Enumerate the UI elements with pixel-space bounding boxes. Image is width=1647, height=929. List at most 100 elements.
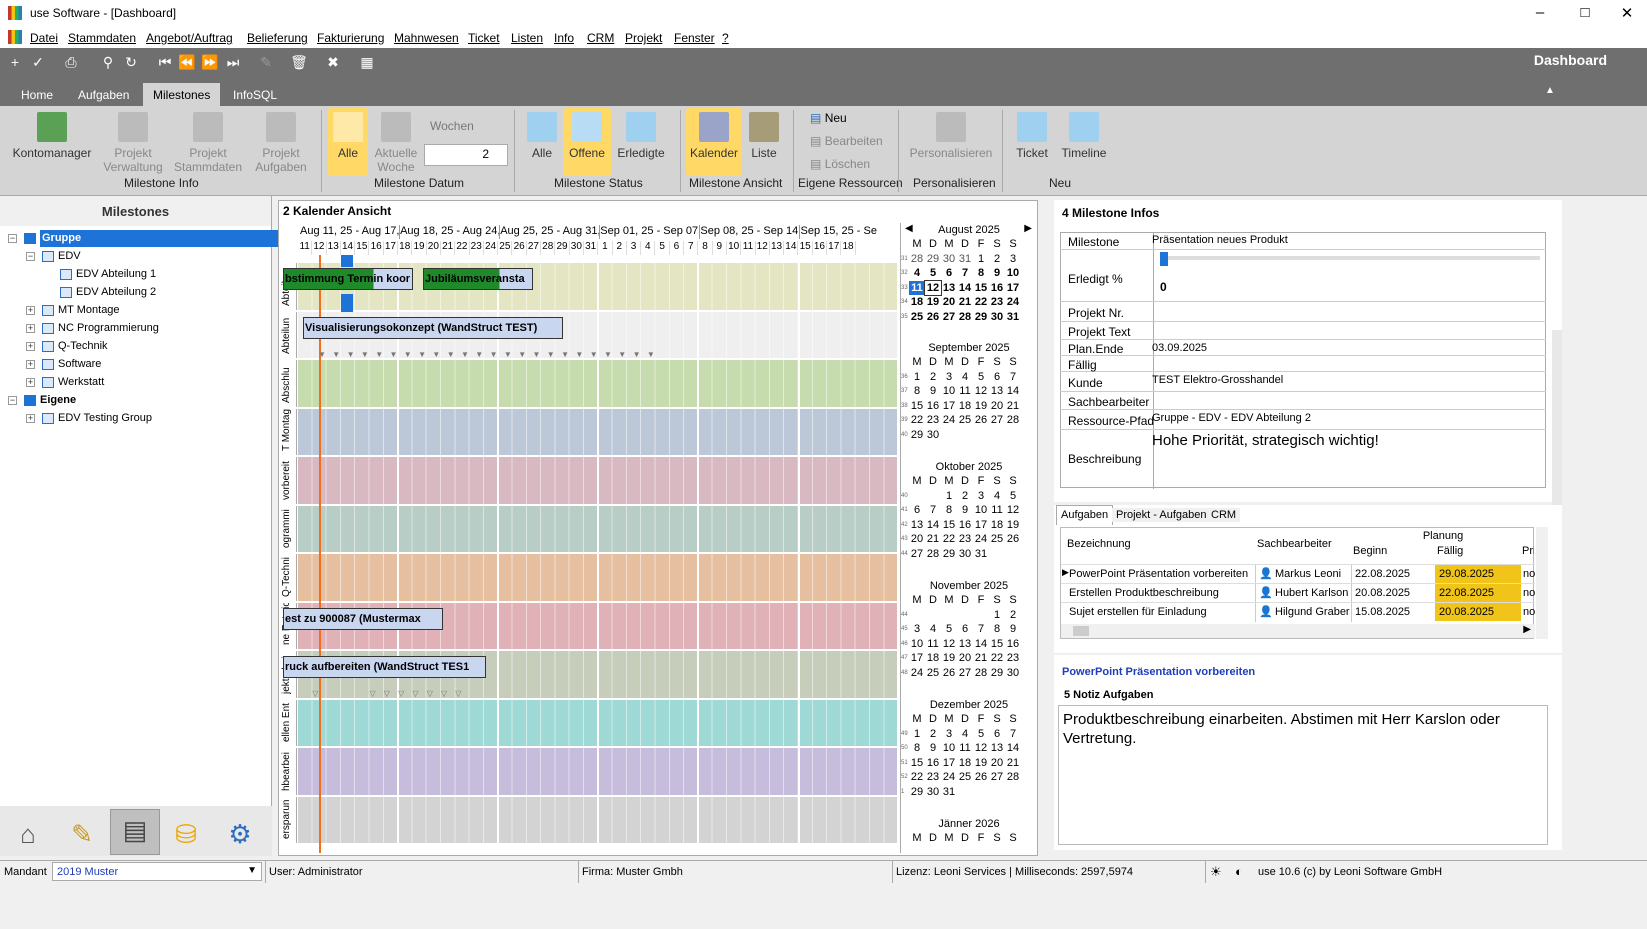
row-body[interactable] [298, 699, 897, 746]
tab-aufgaben[interactable]: Aufgaben [68, 83, 139, 106]
day-cell[interactable]: 9 [989, 266, 1005, 281]
day-cell[interactable]: 6 [909, 503, 925, 518]
day-cell[interactable]: 27 [957, 666, 973, 681]
scroll-right-icon[interactable]: ▶ [1523, 624, 1531, 635]
day-cell[interactable]: 18 [957, 756, 973, 771]
day-cell[interactable]: 2 [957, 489, 973, 504]
day-cell[interactable]: 13 [909, 518, 925, 533]
row-body[interactable] [298, 457, 897, 504]
day-cell[interactable]: 8 [973, 266, 989, 281]
day-cell[interactable]: 6 [989, 727, 1005, 742]
day-cell[interactable]: 23 [925, 413, 941, 428]
expand-toggle-icon[interactable]: + [26, 378, 35, 387]
tab-home[interactable]: Home [11, 83, 63, 106]
day-cell[interactable]: 26 [1005, 532, 1021, 547]
new-icon[interactable]: + [6, 53, 24, 71]
alle-status-button[interactable]: Alle [524, 108, 560, 160]
delete-icon[interactable]: 🗑 [290, 53, 308, 71]
day-cell[interactable]: 1 [973, 252, 989, 267]
menu-fakturierung[interactable]: Fakturierung [317, 31, 384, 45]
day-cell[interactable]: 22 [909, 413, 925, 428]
day-cell[interactable]: 24 [941, 413, 957, 428]
expand-toggle-icon[interactable]: − [8, 396, 17, 405]
day-cell[interactable]: 6 [957, 622, 973, 637]
day-cell[interactable]: 17 [973, 518, 989, 533]
day-cell[interactable]: 13 [989, 384, 1005, 399]
tree-item[interactable]: + Q-Technik [0, 338, 272, 355]
row-body[interactable] [298, 748, 897, 795]
projekt-verwaltung-button[interactable]: Projekt Verwaltung [100, 108, 166, 174]
day-cell[interactable]: 22 [909, 770, 925, 785]
day-cell[interactable]: 17 [941, 399, 957, 414]
menu-belieferung[interactable]: Belieferung [247, 31, 308, 45]
day-cell[interactable]: 2 [925, 370, 941, 385]
day-cell[interactable]: 5 [973, 370, 989, 385]
day-cell[interactable]: 15 [941, 518, 957, 533]
day-cell[interactable]: 5 [1005, 489, 1021, 504]
day-cell[interactable]: 14 [925, 518, 941, 533]
day-cell[interactable]: 29 [925, 252, 941, 267]
day-cell[interactable]: 16 [1005, 637, 1021, 652]
row-body[interactable] [298, 408, 897, 455]
day-cell[interactable]: 7 [925, 503, 941, 518]
col-faellig[interactable]: Fällig [1437, 545, 1463, 557]
day-cell[interactable]: 18 [957, 399, 973, 414]
tree-item[interactable]: + MT Montage [0, 302, 272, 319]
day-cell[interactable]: 20 [989, 756, 1005, 771]
day-cell[interactable]: 18 [909, 295, 925, 310]
maximize-button[interactable]: □ [1570, 4, 1600, 21]
expand-toggle-icon[interactable]: + [26, 414, 35, 423]
row-body[interactable] [298, 796, 897, 843]
day-cell[interactable]: 27 [989, 413, 1005, 428]
projekt-stammdaten-button[interactable]: Projekt Stammdaten [174, 108, 242, 174]
day-cell[interactable]: 17 [941, 756, 957, 771]
tree-item[interactable]: + EDV Testing Group [0, 410, 272, 427]
day-cell[interactable]: 13 [989, 741, 1005, 756]
row-body[interactable] [298, 505, 897, 552]
day-cell[interactable]: 30 [925, 428, 941, 443]
day-cell[interactable]: 23 [957, 532, 973, 547]
day-cell[interactable]: 21 [1005, 756, 1021, 771]
day-cell[interactable]: 16 [925, 399, 941, 414]
day-cell[interactable]: 28 [1005, 413, 1021, 428]
day-cell[interactable]: 8 [989, 622, 1005, 637]
day-cell[interactable]: 25 [989, 532, 1005, 547]
day-cell[interactable]: 25 [925, 666, 941, 681]
tree-item[interactable]: EDV Abteilung 2 [0, 284, 272, 301]
day-cell[interactable]: 13 [941, 281, 957, 296]
day-cell[interactable]: 18 [925, 651, 941, 666]
table-row[interactable]: Sujet erstellen für Einladung 👤 Hilgund Gr… [1061, 602, 1535, 622]
day-cell[interactable]: 7 [973, 622, 989, 637]
day-cell[interactable]: 26 [973, 770, 989, 785]
print-icon[interactable]: ⎙ [62, 53, 80, 71]
day-cell[interactable]: 3 [941, 370, 957, 385]
day-cell[interactable]: 21 [957, 295, 973, 310]
menu-help[interactable]: ? [722, 31, 729, 45]
day-cell[interactable]: 16 [989, 281, 1005, 296]
day-cell[interactable]: 24 [1005, 295, 1021, 310]
tree-item[interactable]: − Eigene [0, 392, 272, 409]
day-cell[interactable]: 11 [909, 280, 925, 295]
col-sachbearbeiter[interactable]: Sachbearbeiter [1257, 538, 1332, 550]
day-cell[interactable]: 28 [1005, 770, 1021, 785]
milestone-value[interactable]: Präsentation neues Produkt [1152, 234, 1288, 246]
day-cell[interactable]: 1 [989, 608, 1005, 623]
menu-listen[interactable]: Listen [511, 31, 543, 45]
wochen-spinner[interactable]: 2 [424, 144, 508, 166]
row-body[interactable] [298, 554, 897, 601]
day-cell[interactable]: 30 [989, 310, 1005, 325]
day-cell[interactable]: 21 [973, 651, 989, 666]
check-icon[interactable]: ✓ [29, 53, 47, 71]
day-cell[interactable]: 11 [989, 503, 1005, 518]
day-cell[interactable]: 4 [925, 622, 941, 637]
day-cell[interactable]: 9 [925, 741, 941, 756]
offene-button[interactable]: Offene [563, 108, 611, 176]
day-cell[interactable]: 19 [973, 399, 989, 414]
tab-crm[interactable]: CRM [1207, 508, 1241, 522]
col-beginn[interactable]: Beginn [1353, 545, 1387, 557]
day-cell[interactable]: 31 [957, 252, 973, 267]
erledigt-slider[interactable] [1160, 256, 1540, 260]
alle-datum-button[interactable]: Alle [328, 108, 368, 176]
expand-toggle-icon[interactable]: − [8, 234, 17, 243]
expand-toggle-icon[interactable]: + [26, 306, 35, 315]
